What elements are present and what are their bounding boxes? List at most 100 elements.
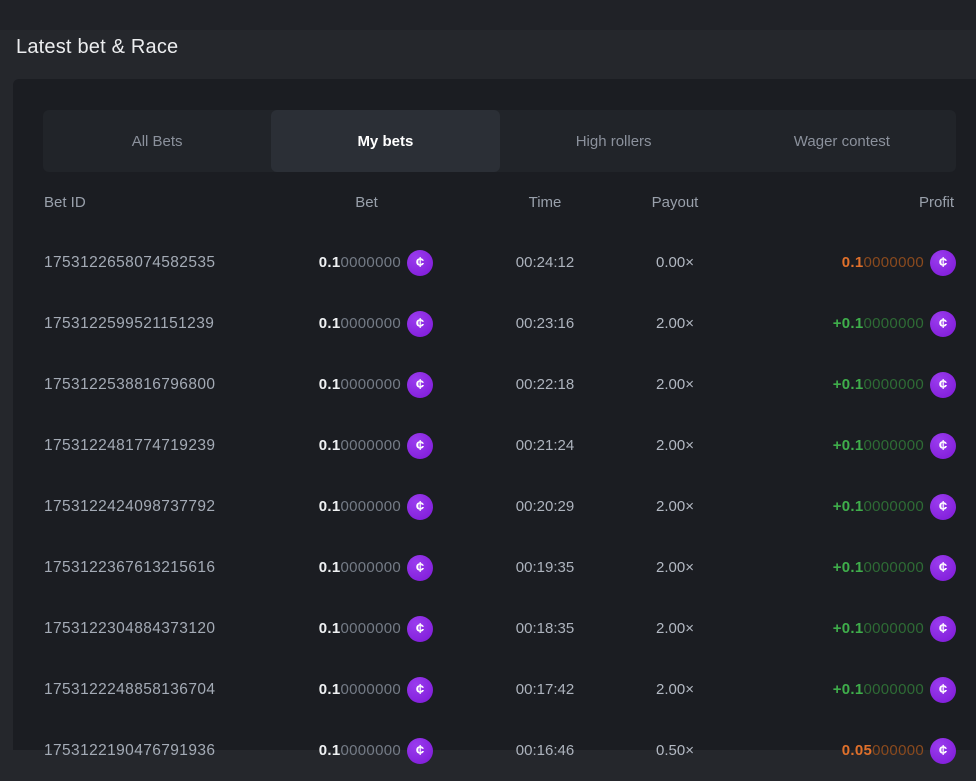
coin-icon: ¢ — [407, 311, 433, 337]
coin-icon: ¢ — [407, 433, 433, 459]
page-title: Latest bet & Race — [16, 36, 178, 59]
bet-amount-cell: 0.10000000 ¢ — [300, 616, 433, 642]
table-row[interactable]: 1753122190476791936 0.10000000 ¢ 00:16:4… — [44, 720, 956, 781]
bet-id-cell: 1753122424098737792 — [44, 498, 300, 516]
profit-cell: +0.10000000 ¢ — [715, 372, 956, 398]
payout-cell: 2.00× — [635, 559, 715, 576]
coin-icon: ¢ — [930, 555, 956, 581]
table-row[interactable]: 1753122367613215616 0.10000000 ¢ 00:19:3… — [44, 537, 956, 598]
coin-icon: ¢ — [407, 677, 433, 703]
bet-amount: 0.10000000 — [319, 498, 401, 515]
profit-amount: +0.10000000 — [833, 498, 924, 515]
bet-amount: 0.10000000 — [319, 559, 401, 576]
bet-id-cell: 1753122481774719239 — [44, 437, 300, 455]
coin-icon: ¢ — [930, 738, 956, 764]
coin-icon: ¢ — [930, 250, 956, 276]
bet-amount: 0.10000000 — [319, 315, 401, 332]
profit-cell: +0.10000000 ¢ — [715, 616, 956, 642]
time-cell: 00:24:12 — [455, 254, 635, 271]
payout-cell: 2.00× — [635, 498, 715, 515]
coin-icon: ¢ — [930, 433, 956, 459]
profit-cell: +0.10000000 ¢ — [715, 433, 956, 459]
bet-amount: 0.10000000 — [319, 620, 401, 637]
bet-amount-cell: 0.10000000 ¢ — [300, 494, 433, 520]
table-header-row: Bet IDBet TimePayoutProfit — [44, 172, 956, 232]
column-header-time: Time — [455, 194, 635, 211]
time-cell: 00:21:24 — [455, 437, 635, 454]
time-cell: 00:23:16 — [455, 315, 635, 332]
column-header-profit: Profit — [715, 194, 956, 211]
profit-amount: +0.10000000 — [833, 620, 924, 637]
table-row[interactable]: 1753122481774719239 0.10000000 ¢ 00:21:2… — [44, 415, 956, 476]
bet-amount-cell: 0.10000000 ¢ — [300, 433, 433, 459]
bet-id-cell: 1753122538816796800 — [44, 376, 300, 394]
bet-amount-cell: 0.10000000 ¢ — [300, 738, 433, 764]
coin-icon: ¢ — [930, 311, 956, 337]
profit-amount: +0.10000000 — [833, 437, 924, 454]
column-header-bet-id: Bet ID — [44, 194, 300, 211]
tab-all-bets[interactable]: All Bets — [43, 110, 271, 172]
payout-cell: 2.00× — [635, 376, 715, 393]
coin-icon: ¢ — [407, 494, 433, 520]
profit-cell: +0.10000000 ¢ — [715, 677, 956, 703]
profit-amount: +0.10000000 — [833, 681, 924, 698]
column-header-payout: Payout — [635, 194, 715, 211]
bet-amount: 0.10000000 — [319, 681, 401, 698]
time-cell: 00:19:35 — [455, 559, 635, 576]
bet-amount: 0.10000000 — [319, 437, 401, 454]
bet-amount: 0.10000000 — [319, 742, 401, 759]
coin-icon: ¢ — [407, 372, 433, 398]
column-header-bet: Bet — [300, 194, 433, 211]
bet-id-cell: 1753122367613215616 — [44, 559, 300, 577]
profit-amount: +0.10000000 — [833, 376, 924, 393]
bet-id-cell: 1753122190476791936 — [44, 742, 300, 760]
table-row[interactable]: 1753122599521151239 0.10000000 ¢ 00:23:1… — [44, 293, 956, 354]
bet-id-cell: 1753122248858136704 — [44, 681, 300, 699]
bet-amount-cell: 0.10000000 ¢ — [300, 311, 433, 337]
bet-amount-cell: 0.10000000 ¢ — [300, 555, 433, 581]
tab-high-rollers[interactable]: High rollers — [500, 110, 728, 172]
top-strip — [0, 0, 976, 30]
table-row[interactable]: 1753122424098737792 0.10000000 ¢ 00:20:2… — [44, 476, 956, 537]
coin-icon: ¢ — [407, 555, 433, 581]
tab-my-bets[interactable]: My bets — [271, 110, 499, 172]
payout-cell: 0.50× — [635, 742, 715, 759]
table-row[interactable]: 1753122248858136704 0.10000000 ¢ 00:17:4… — [44, 659, 956, 720]
coin-icon: ¢ — [930, 494, 956, 520]
time-cell: 00:18:35 — [455, 620, 635, 637]
payout-cell: 2.00× — [635, 681, 715, 698]
table-row[interactable]: 1753122658074582535 0.10000000 ¢ 00:24:1… — [44, 232, 956, 293]
bet-id-cell: 1753122304884373120 — [44, 620, 300, 638]
table-body: 1753122658074582535 0.10000000 ¢ 00:24:1… — [13, 232, 976, 781]
coin-icon: ¢ — [407, 738, 433, 764]
bet-amount: 0.10000000 — [319, 376, 401, 393]
time-cell: 00:16:46 — [455, 742, 635, 759]
profit-amount: +0.10000000 — [833, 559, 924, 576]
table-row[interactable]: 1753122538816796800 0.10000000 ¢ 00:22:1… — [44, 354, 956, 415]
coin-icon: ¢ — [407, 250, 433, 276]
coin-icon: ¢ — [930, 677, 956, 703]
coin-icon: ¢ — [930, 372, 956, 398]
payout-cell: 2.00× — [635, 437, 715, 454]
table-row[interactable]: 1753122304884373120 0.10000000 ¢ 00:18:3… — [44, 598, 956, 659]
profit-cell: +0.10000000 ¢ — [715, 494, 956, 520]
profit-amount: 0.05000000 — [842, 742, 924, 759]
tab-wager-contest[interactable]: Wager contest — [728, 110, 956, 172]
profit-cell: 0.10000000 ¢ — [715, 250, 956, 276]
payout-cell: 0.00× — [635, 254, 715, 271]
bet-id-cell: 1753122658074582535 — [44, 254, 300, 272]
time-cell: 00:22:18 — [455, 376, 635, 393]
coin-icon: ¢ — [407, 616, 433, 642]
bet-amount-cell: 0.10000000 ¢ — [300, 372, 433, 398]
bet-id-cell: 1753122599521151239 — [44, 315, 300, 333]
payout-cell: 2.00× — [635, 315, 715, 332]
profit-amount: 0.10000000 — [842, 254, 924, 271]
bet-amount-cell: 0.10000000 ¢ — [300, 250, 433, 276]
latest-bets-panel: All BetsMy betsHigh rollersWager contest… — [13, 79, 976, 750]
bet-amount-cell: 0.10000000 ¢ — [300, 677, 433, 703]
payout-cell: 2.00× — [635, 620, 715, 637]
time-cell: 00:17:42 — [455, 681, 635, 698]
tab-bar: All BetsMy betsHigh rollersWager contest — [43, 110, 956, 172]
profit-cell: 0.05000000 ¢ — [715, 738, 956, 764]
coin-icon: ¢ — [930, 616, 956, 642]
